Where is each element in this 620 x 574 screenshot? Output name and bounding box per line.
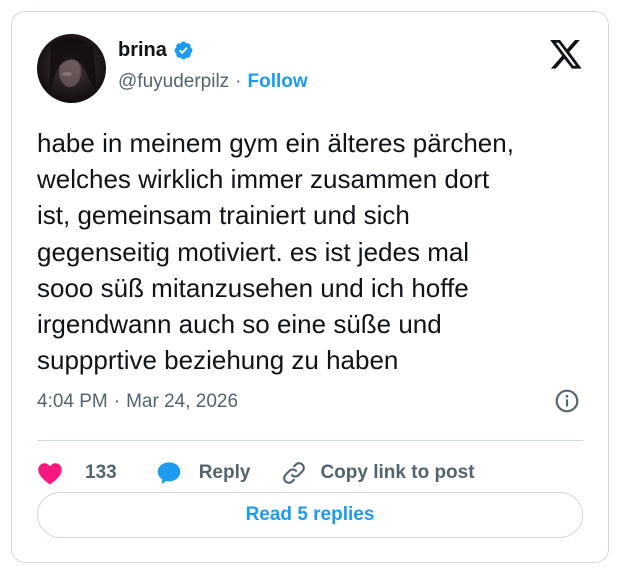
speech-bubble-icon bbox=[157, 462, 180, 485]
divider bbox=[37, 440, 583, 441]
heart-icon bbox=[38, 463, 62, 485]
copy-link-label: Copy link to post bbox=[320, 462, 475, 483]
post-date[interactable]: Mar 24, 2026 bbox=[126, 391, 238, 413]
x-logo-icon[interactable] bbox=[550, 40, 583, 70]
verified-badge-icon bbox=[174, 41, 193, 59]
like-button[interactable]: 133 bbox=[37, 461, 117, 485]
avatar-image bbox=[37, 34, 106, 103]
reply-button[interactable]: Reply bbox=[155, 460, 251, 486]
embedded-post-card: brina @fuyuderpilz · Follow habe in mein… bbox=[11, 11, 609, 563]
separator-dot: · bbox=[235, 71, 242, 92]
action-bar: 133 Reply Copy link to post bbox=[37, 458, 475, 488]
timestamp-separator: · bbox=[113, 391, 121, 412]
post-time[interactable]: 4:04 PM bbox=[37, 391, 108, 413]
reply-label: Reply bbox=[198, 462, 251, 483]
link-icon bbox=[283, 462, 306, 484]
info-icon[interactable] bbox=[554, 388, 580, 414]
avatar[interactable] bbox=[37, 34, 106, 103]
author-name[interactable]: brina bbox=[118, 39, 167, 62]
follow-button[interactable]: Follow bbox=[248, 71, 308, 93]
like-count: 133 bbox=[85, 462, 117, 483]
copy-link-button[interactable]: Copy link to post bbox=[280, 459, 475, 487]
post-text: habe in meinem gym ein älteres pärchen, … bbox=[37, 128, 514, 376]
post-timestamp[interactable]: 4:04 PM · Mar 24, 2026 bbox=[37, 388, 587, 416]
author-handle[interactable]: @fuyuderpilz bbox=[118, 71, 229, 93]
read-replies-button[interactable]: Read 5 replies bbox=[37, 492, 583, 538]
